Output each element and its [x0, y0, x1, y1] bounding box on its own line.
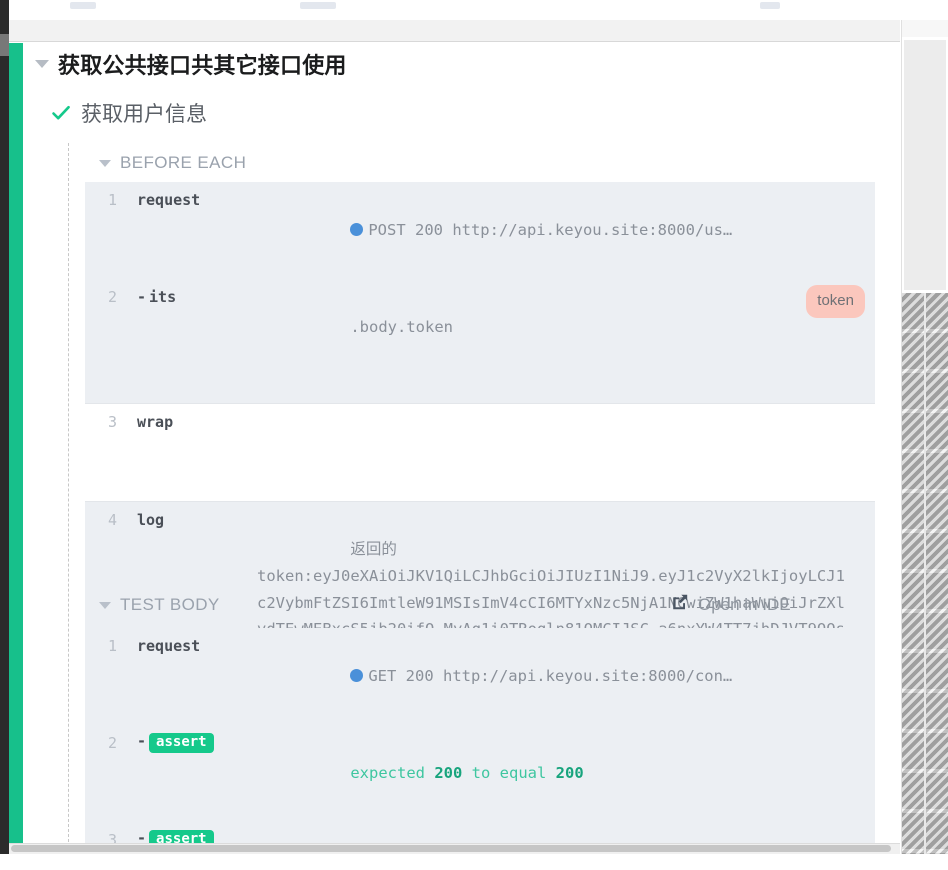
- assert-middle: to equal: [462, 763, 556, 782]
- cypress-test-runner-report: 获取公共接口共其它接口使用 获取用户信息 BEFORE EACH 1 reque…: [0, 0, 948, 870]
- section-header-test-body[interactable]: TEST BODY: [99, 595, 220, 615]
- command-name: - assert: [117, 822, 257, 843]
- command-number: 3: [107, 830, 117, 843]
- section-label: BEFORE EACH: [120, 153, 247, 172]
- command-name: request: [137, 637, 201, 655]
- section-label: TEST BODY: [120, 595, 220, 614]
- command-dash: -: [137, 287, 147, 306]
- suite-title: 获取公共接口共其它接口使用: [58, 53, 347, 78]
- command-name: request: [137, 191, 201, 209]
- command-message-text: GET 200 http://api.keyou.site:8000/con…: [368, 666, 733, 685]
- command-message-text: .body.token: [350, 317, 453, 336]
- assert-chip: assert: [149, 829, 214, 843]
- command-dash: -: [137, 828, 147, 843]
- window-left-edge: [0, 0, 9, 854]
- assert-chip: assert: [149, 732, 214, 754]
- caret-down-icon[interactable]: [99, 159, 111, 167]
- command-row[interactable]: 3 wrap: [85, 402, 875, 501]
- command-message: [257, 404, 875, 501]
- command-number: 3: [107, 412, 117, 431]
- command-name: log: [137, 510, 165, 529]
- assert-expected: 200: [555, 763, 584, 782]
- command-row[interactable]: 2 - its .body.token token: [85, 278, 875, 403]
- vertical-scrollbar-top-cap: [902, 20, 948, 37]
- open-in-ide-button[interactable]: Open in IDE: [671, 593, 791, 616]
- command-name: - assert: [117, 725, 257, 754]
- command-row[interactable]: 3 -assert expected 6 to equal 6: [85, 821, 875, 843]
- command-number: 4: [107, 510, 117, 529]
- command-message-text: POST 200 http://api.keyou.site:8000/us…: [368, 220, 733, 239]
- command-row[interactable]: 1 request POST 200 http://api.keyou.site…: [85, 182, 875, 279]
- hierarchy-guide-line: [68, 143, 69, 843]
- alias-badge: token: [806, 284, 865, 318]
- command-row[interactable]: 2 - assert expected 200 to equal 200: [85, 724, 875, 822]
- section-header-before-each[interactable]: BEFORE EACH: [99, 153, 246, 173]
- suite-header[interactable]: 获取公共接口共其它接口使用: [35, 48, 347, 80]
- status-dot-icon: [350, 668, 364, 682]
- external-link-icon: [671, 593, 689, 616]
- command-number: 1: [107, 191, 117, 209]
- command-number: 2: [107, 733, 117, 752]
- top-ghost-strip: [0, 0, 948, 20]
- caret-down-icon[interactable]: [35, 60, 49, 68]
- command-message: expected 200 to equal 200: [257, 725, 875, 822]
- assert-prefix: expected: [350, 763, 435, 782]
- vertical-scrollbar-upper-pane: [904, 40, 946, 290]
- command-name: wrap: [137, 412, 174, 431]
- caret-down-icon[interactable]: [99, 601, 111, 609]
- open-in-ide-label: Open in IDE: [698, 594, 791, 614]
- runner-toolbar: [0, 20, 900, 42]
- command-name: - its: [137, 287, 177, 306]
- command-message: .body.token token: [257, 279, 875, 403]
- test-header[interactable]: 获取用户信息: [51, 98, 207, 128]
- test-title: 获取用户信息: [81, 103, 207, 126]
- command-list-test-body: 1 request GET 200 http://api.keyou.site:…: [85, 628, 875, 843]
- command-number: 2: [107, 287, 117, 306]
- check-icon: [51, 103, 71, 123]
- assert-actual: 200: [434, 763, 463, 782]
- command-row[interactable]: 1 request GET 200 http://api.keyou.site:…: [85, 628, 875, 725]
- horizontal-scrollbar-thumb[interactable]: [11, 845, 891, 852]
- run-status-accent-bar: [9, 43, 23, 843]
- page-bottom-strip: [0, 854, 948, 870]
- command-message-text: 返回的 token:eyJ0eXAiOiJKV1QiLCJhbGciOiJIUz…: [257, 540, 845, 638]
- vertical-scrollbar-thumb[interactable]: [902, 293, 948, 854]
- window-left-edge-handle[interactable]: [0, 34, 9, 56]
- command-message: expected 6 to equal 6: [257, 822, 875, 843]
- command-number: 1: [107, 637, 117, 655]
- command-message: GET 200 http://api.keyou.site:8000/con…: [257, 628, 875, 725]
- report-surface: 获取公共接口共其它接口使用 获取用户信息 BEFORE EACH 1 reque…: [23, 43, 900, 843]
- command-dash: -: [137, 731, 147, 750]
- command-message: POST 200 http://api.keyou.site:8000/us…: [257, 182, 875, 279]
- status-dot-icon: [350, 222, 364, 236]
